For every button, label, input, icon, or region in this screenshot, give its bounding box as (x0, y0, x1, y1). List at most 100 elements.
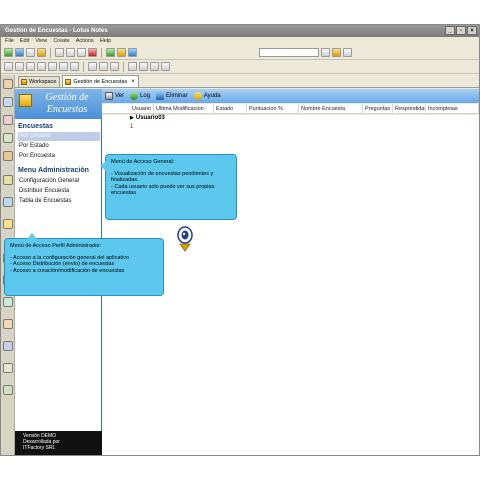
log-icon (130, 92, 139, 100)
menu-help[interactable]: Help (100, 37, 111, 46)
more-bookmarks-icon[interactable] (3, 219, 13, 229)
menu-actions[interactable]: Actions (76, 37, 94, 46)
nav-item-por-usuario[interactable]: Por Usuario (18, 132, 100, 141)
log-button[interactable]: Log (130, 92, 150, 100)
column-nombre-encuesta[interactable]: Nombre Encuesta (299, 104, 363, 114)
database-tab-icon (65, 78, 72, 85)
delete-icon[interactable] (88, 48, 97, 57)
home-icon[interactable] (4, 48, 13, 57)
close-button[interactable]: × (467, 26, 477, 35)
magnifier-icon[interactable] (150, 62, 159, 71)
title-bar: Gestión de Encuestas - Lotus Notes _ ▫ × (1, 25, 479, 37)
callout-line: encuestas (111, 190, 137, 196)
refresh-icon[interactable] (128, 48, 137, 57)
minus-icon[interactable] (99, 62, 108, 71)
clipboard-icon[interactable] (343, 48, 352, 57)
notes-icon[interactable] (3, 363, 13, 373)
callout-line: - Acceso a creación/modificación de encu… (10, 267, 125, 274)
navigator-title-line2: Encuestas (46, 104, 88, 115)
section-menu-administracion: Menu Administración (18, 167, 89, 174)
list-item[interactable]: 1 (130, 124, 133, 130)
calendar-icon[interactable] (3, 97, 13, 107)
mail-icon[interactable] (3, 79, 13, 89)
document-icon (105, 92, 113, 100)
toolbar-separator (101, 47, 102, 58)
previous-unread-icon[interactable] (59, 62, 68, 71)
expand-icon[interactable] (70, 62, 79, 71)
open-icon[interactable] (15, 48, 24, 57)
maximize-button[interactable]: ▫ (456, 26, 466, 35)
workspace-icon[interactable] (3, 297, 13, 307)
back-icon[interactable] (106, 48, 115, 57)
web-icon[interactable] (3, 341, 13, 351)
toolbar-separator (123, 61, 124, 72)
ver-button[interactable]: Ver (105, 92, 124, 100)
help-icon (193, 92, 202, 100)
expand-triangle-icon[interactable]: ▶ (130, 115, 134, 121)
ayuda-label: Ayuda (203, 93, 221, 99)
print-icon[interactable] (26, 48, 35, 57)
column-incompletas[interactable]: Incompletas (426, 104, 479, 114)
column-estado[interactable]: Estado (214, 104, 247, 114)
menu-create[interactable]: Create (53, 37, 70, 46)
next-unread-icon[interactable] (48, 62, 57, 71)
log-label: Log (140, 93, 151, 99)
edit-icon[interactable] (37, 48, 46, 57)
tab-gestion-encuestas[interactable]: Gestión de Encuestas × (62, 75, 139, 87)
navigation-toolbar (1, 60, 479, 74)
search-icon[interactable] (321, 48, 330, 57)
nav-item-tabla-de-encuestas[interactable]: Tabla de Encuestas (18, 197, 100, 206)
copy-icon[interactable] (66, 48, 75, 57)
view-action-bar: Ver Log Eliminar Ayuda (102, 89, 479, 103)
bookmark-icon[interactable] (332, 48, 341, 57)
column-puntuacion[interactable]: Puntuacion % (247, 104, 299, 114)
nav-item-distribuir-encuesta[interactable]: Distribuir Encuesta (18, 187, 100, 196)
cut-icon[interactable] (55, 48, 64, 57)
column-respondidas[interactable]: Respondidas (393, 104, 426, 114)
column-usuario[interactable]: Usuario (130, 104, 154, 114)
window-title: Gestión de Encuestas - Lotus Notes (5, 28, 108, 34)
close-tab-icon[interactable]: × (131, 77, 135, 87)
toolbar-separator (83, 61, 84, 72)
menu-view[interactable]: View (35, 37, 47, 46)
column-headers: Usuario Ultima Modificacion Estado Puntu… (102, 104, 479, 114)
arrow-down-icon[interactable] (15, 62, 24, 71)
nav-item-por-encuesta[interactable]: Por Encuesta (18, 152, 100, 161)
favorites-icon[interactable] (3, 175, 13, 185)
category-row[interactable]: ▶ Usuario03 (130, 115, 165, 121)
column-ultima-modificacion[interactable]: Ultima Modificacion (154, 104, 214, 114)
collapse-icon[interactable] (88, 62, 97, 71)
ayuda-button[interactable]: Ayuda (193, 92, 221, 100)
address-book-icon[interactable] (3, 115, 13, 125)
column-preguntas[interactable]: Preguntas (363, 104, 393, 114)
todo-icon[interactable] (3, 133, 13, 143)
minimize-button[interactable]: _ (445, 26, 455, 35)
binoculars-icon[interactable] (139, 62, 148, 71)
databases-icon[interactable] (3, 197, 13, 207)
navigator-title-line1: Gestión de (45, 92, 89, 103)
replicator-icon[interactable] (3, 151, 13, 161)
print-view-icon[interactable] (128, 62, 137, 71)
nav-item-configuracion-general[interactable]: Configuración General (18, 177, 100, 186)
app-logo-icon (19, 94, 32, 107)
mascot-icon (177, 226, 193, 252)
pen-icon[interactable] (117, 48, 126, 57)
bookmark-folder-icon[interactable] (3, 319, 13, 329)
arrow-right-icon[interactable] (37, 62, 46, 71)
paste-icon[interactable] (77, 48, 86, 57)
category-label: Usuario03 (135, 115, 165, 121)
menu-file[interactable]: File (5, 37, 14, 46)
arrow-up-icon[interactable] (4, 62, 13, 71)
trash-icon[interactable] (3, 385, 13, 395)
view-icon[interactable] (110, 62, 119, 71)
eliminar-button[interactable]: Eliminar (156, 92, 188, 100)
search-input[interactable] (259, 48, 319, 57)
table-icon[interactable] (161, 62, 170, 71)
section-encuestas: Encuestas (18, 123, 54, 130)
nav-item-por-estado[interactable]: Por Estado (18, 142, 100, 151)
menu-edit[interactable]: Edit (20, 37, 29, 46)
tab-label: Workspace (29, 79, 57, 85)
tab-workspace[interactable]: Workspace (18, 76, 61, 87)
arrow-left-icon[interactable] (26, 62, 35, 71)
menu-bar: File Edit View Create Actions Help (1, 37, 479, 46)
